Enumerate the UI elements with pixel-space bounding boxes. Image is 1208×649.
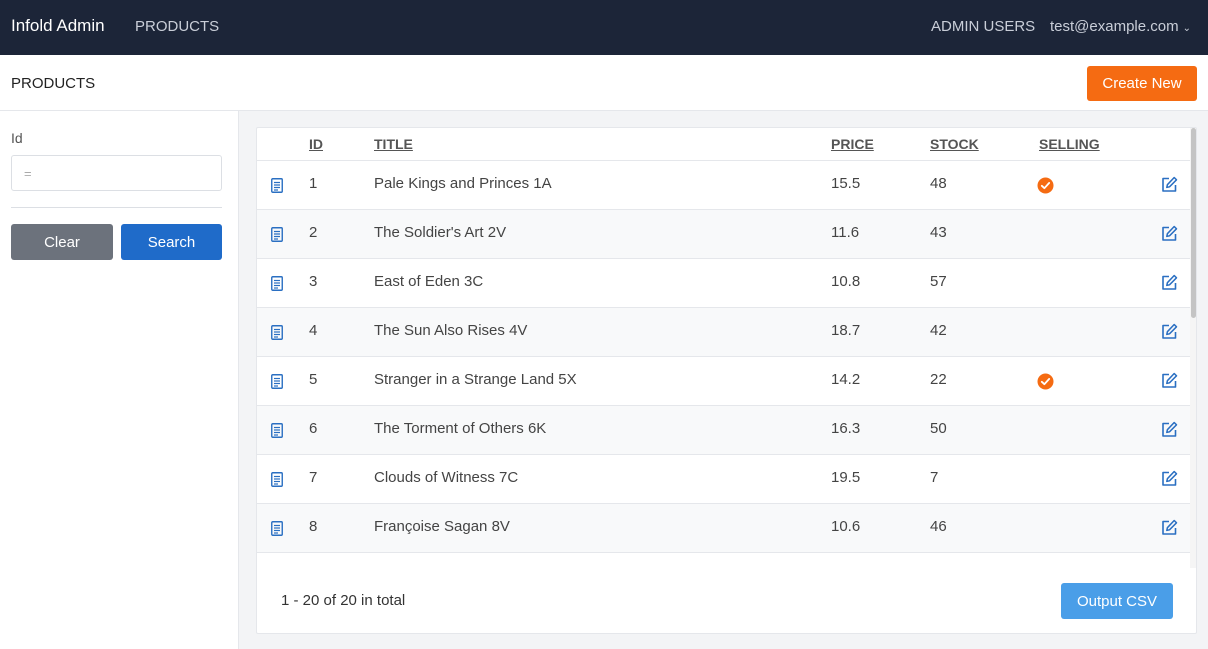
cell-title: Clouds of Witness 7C	[374, 469, 519, 486]
pagination-total: 1 - 20 of 20 in total	[281, 592, 406, 609]
cell-stock: 50	[930, 420, 947, 437]
top-navbar: Infold Admin PRODUCTS ADMIN USERS test@e…	[0, 0, 1208, 55]
cell-id: 4	[309, 322, 318, 339]
table-row: 3 East of Eden 3C 10.8 57	[257, 259, 1190, 308]
cell-id: 1	[309, 175, 318, 192]
id-filter-label: Id	[11, 130, 23, 146]
cell-title: The Soldier's Art 2V	[374, 224, 507, 241]
cell-price: 16.3	[831, 420, 861, 437]
document-icon[interactable]	[271, 521, 283, 536]
divider	[11, 207, 222, 208]
cell-id: 5	[309, 371, 318, 388]
table-row: 5 Stranger in a Strange Land 5X 14.2 22	[257, 357, 1190, 406]
cell-id: 7	[309, 469, 318, 486]
edit-icon[interactable]	[1161, 323, 1178, 340]
column-header-stock[interactable]: STOCK	[930, 136, 979, 152]
user-email: test@example.com	[1050, 18, 1179, 35]
cell-title: Françoise Sagan 8V	[374, 518, 510, 535]
column-header-selling[interactable]: SELLING	[1039, 136, 1100, 152]
table-row: 8 Françoise Sagan 8V 10.6 46	[257, 504, 1190, 553]
document-icon[interactable]	[271, 276, 283, 291]
vertical-scrollbar[interactable]	[1190, 128, 1196, 568]
document-icon[interactable]	[271, 472, 283, 487]
cell-stock: 7	[930, 469, 939, 486]
column-header-price[interactable]: PRICE	[831, 136, 874, 152]
chevron-down-icon: ⌄	[1182, 23, 1191, 34]
document-icon[interactable]	[271, 227, 283, 242]
cell-price: 10.6	[831, 518, 861, 535]
cell-stock: 22	[930, 371, 947, 388]
page-header: PRODUCTS Create New	[0, 55, 1208, 111]
cell-stock: 43	[930, 224, 947, 241]
table-header: ID TITLE PRICE STOCK SELLING	[257, 128, 1190, 161]
cell-title: Pale Kings and Princes 1A	[374, 175, 552, 192]
cell-price: 10.8	[831, 273, 861, 290]
products-table: ID TITLE PRICE STOCK SELLING 1 Pale Kings…	[257, 128, 1190, 553]
scrollbar-thumb[interactable]	[1191, 128, 1196, 318]
edit-icon[interactable]	[1161, 372, 1178, 389]
document-icon[interactable]	[271, 423, 283, 438]
cell-id: 2	[309, 224, 318, 241]
document-icon[interactable]	[271, 325, 283, 340]
cell-stock: 42	[930, 322, 947, 339]
table-row: 4 The Sun Also Rises 4V 18.7 42	[257, 308, 1190, 357]
table-row: 1 Pale Kings and Princes 1A 15.5 48	[257, 161, 1190, 210]
cell-title: The Sun Also Rises 4V	[374, 322, 528, 339]
cell-price: 18.7	[831, 322, 861, 339]
edit-icon[interactable]	[1161, 176, 1178, 193]
cell-stock: 48	[930, 175, 947, 192]
edit-icon[interactable]	[1161, 274, 1178, 291]
cell-id: 6	[309, 420, 318, 437]
document-icon[interactable]	[271, 178, 283, 193]
nav-admin-users-link[interactable]: ADMIN USERS	[931, 18, 1035, 35]
products-table-panel: ID TITLE PRICE STOCK SELLING 1 Pale Kings…	[256, 127, 1197, 634]
edit-icon[interactable]	[1161, 421, 1178, 438]
cell-id: 8	[309, 518, 318, 535]
cell-price: 19.5	[831, 469, 861, 486]
cell-stock: 57	[930, 273, 947, 290]
selling-check-icon	[1037, 373, 1054, 390]
cell-title: Stranger in a Strange Land 5X	[374, 371, 577, 388]
output-csv-button[interactable]: Output CSV	[1061, 583, 1173, 619]
user-menu[interactable]: test@example.com ⌄	[1050, 18, 1191, 35]
search-button[interactable]: Search	[121, 224, 222, 260]
column-header-title[interactable]: TITLE	[374, 136, 413, 152]
table-row: 6 The Torment of Others 6K 16.3 50	[257, 406, 1190, 455]
id-filter-input[interactable]	[11, 155, 222, 191]
cell-id: 3	[309, 273, 318, 290]
cell-title: The Torment of Others 6K	[374, 420, 547, 437]
table-row: 7 Clouds of Witness 7C 19.5 7	[257, 455, 1190, 504]
create-new-button[interactable]: Create New	[1087, 66, 1197, 101]
clear-button[interactable]: Clear	[11, 224, 113, 260]
cell-price: 14.2	[831, 371, 861, 388]
nav-products-link[interactable]: PRODUCTS	[135, 18, 219, 35]
selling-check-icon	[1037, 177, 1054, 194]
brand-logo[interactable]: Infold Admin	[11, 16, 105, 36]
cell-price: 15.5	[831, 175, 861, 192]
filter-sidebar: Id Clear Search	[0, 111, 239, 649]
table-row: 2 The Soldier's Art 2V 11.6 43	[257, 210, 1190, 259]
cell-stock: 46	[930, 518, 947, 535]
edit-icon[interactable]	[1161, 470, 1178, 487]
page-title: PRODUCTS	[11, 75, 96, 92]
edit-icon[interactable]	[1161, 519, 1178, 536]
cell-title: East of Eden 3C	[374, 273, 484, 290]
column-header-id[interactable]: ID	[309, 136, 323, 152]
cell-price: 11.6	[831, 224, 860, 241]
edit-icon[interactable]	[1161, 225, 1178, 242]
document-icon[interactable]	[271, 374, 283, 389]
